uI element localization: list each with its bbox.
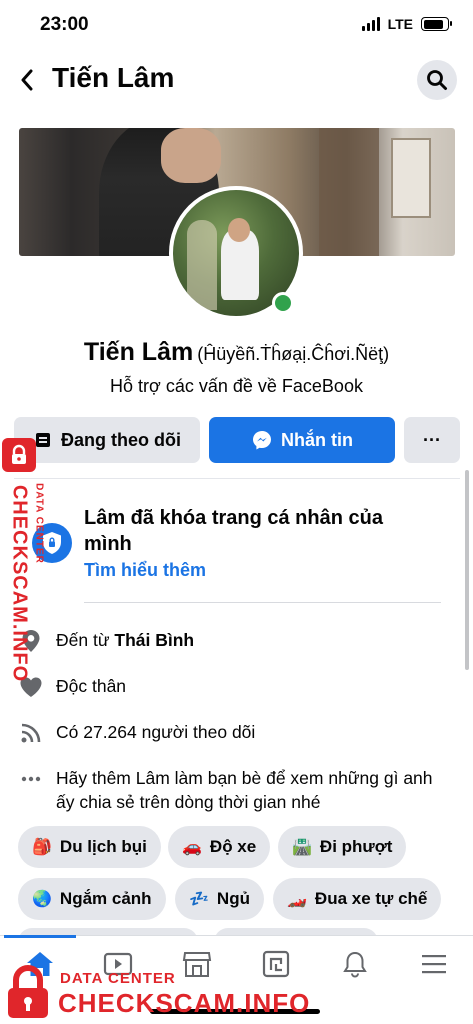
learn-more-link[interactable]: Tìm hiểu thêm <box>84 560 206 581</box>
avatar-arch-shape <box>187 220 217 310</box>
friend-prompt-item: Hãy thêm Lâm làm bạn bè để xem những gì … <box>18 766 458 814</box>
locked-profile-notice: Lâm đã khóa trang cá nhân của mình Tìm h… <box>30 505 441 595</box>
followers-text: Có 27.264 người theo dõi <box>56 722 256 742</box>
watermark-small-text: DATA CENTER <box>33 483 45 564</box>
hobby-chip[interactable]: 🚗 Độ xe <box>168 826 271 868</box>
watermark-bottom: DATA CENTER CHECKSCAM.INFO <box>0 960 309 1024</box>
watermark-small-text: DATA CENTER <box>60 970 176 987</box>
following-label: Đang theo dõi <box>61 429 181 450</box>
active-tab-indicator <box>4 935 76 938</box>
profile-name-line: Tiến Lâm (Ĥüyềñ.Ṫĥøạị.Ĉĥơi.Ñëţ) <box>0 338 473 367</box>
hometown-item: Đến từ Thái Bình <box>18 628 458 654</box>
hobby-label: Đi phượt <box>319 837 393 856</box>
message-label: Nhắn tin <box>281 429 353 450</box>
ellipsis-icon <box>18 766 44 792</box>
more-options-button[interactable]: ··· <box>404 417 460 463</box>
hobby-label: Ngắm cảnh <box>59 889 152 908</box>
globe-icon: 🌏 <box>32 891 52 908</box>
battery-icon <box>421 17 452 31</box>
car-icon: 🚗 <box>182 839 202 856</box>
hobby-chip[interactable]: 💤 Ngủ <box>175 878 264 920</box>
watermark-big-text: CHECKSCAM.INFO <box>8 484 31 683</box>
profile-bio: Hỗ trợ các vấn đề về FaceBook <box>110 376 363 396</box>
online-status-dot <box>272 292 294 314</box>
search-button[interactable] <box>417 60 457 100</box>
hobby-chip[interactable]: 🌏 Ngắm cảnh <box>18 878 166 920</box>
network-label: LTE <box>387 16 413 32</box>
hobby-chip[interactable]: 🎒 Du lịch bụi <box>18 826 161 868</box>
hobby-label: Đua xe tự chế <box>314 889 428 908</box>
signal-icon <box>361 17 380 31</box>
relationship-text: Độc thân <box>56 676 127 696</box>
avatar-head-shape <box>228 218 250 242</box>
hometown-text: Đến từ Thái Bình <box>56 628 194 652</box>
friend-prompt-text: Hãy thêm Lâm làm bạn bè để xem những gì … <box>56 768 433 812</box>
status-bar: 23:00 LTE <box>0 0 473 50</box>
race-car-icon: 🏎️ <box>287 891 307 908</box>
profile-name: Tiến Lâm <box>83 338 194 366</box>
followers-item: Có 27.264 người theo dõi <box>18 720 458 746</box>
backpack-icon: 🎒 <box>32 839 52 856</box>
watermark-lock-icon <box>4 964 52 1020</box>
tab-notifications[interactable] <box>335 944 375 984</box>
profile-actions: Đang theo dõi Nhắn tin ··· <box>14 417 460 463</box>
more-icon: ··· <box>423 429 441 450</box>
divider <box>84 602 441 603</box>
nav-bar: Tiến Lâm <box>0 55 473 107</box>
divider <box>14 478 460 479</box>
status-time: 23:00 <box>40 14 89 35</box>
locked-title: Lâm đã khóa trang cá nhân của mình <box>84 507 383 555</box>
menu-icon <box>422 955 446 974</box>
watermark-lock-icon <box>2 438 36 472</box>
chevron-left-icon[interactable] <box>14 65 40 95</box>
hometown-prefix: Đến từ <box>56 630 115 650</box>
search-icon <box>427 70 447 90</box>
hometown-value[interactable]: Thái Bình <box>114 630 194 650</box>
battery-level <box>423 19 444 29</box>
cover-window-shape <box>391 138 431 218</box>
status-indicators: LTE <box>361 16 452 32</box>
tab-menu[interactable] <box>414 944 454 984</box>
relationship-item: Độc thân <box>18 674 458 700</box>
cover-door-shape <box>319 128 379 256</box>
message-button[interactable]: Nhắn tin <box>209 417 395 463</box>
watermark-side: DATA CENTER CHECKSCAM.INFO <box>2 438 52 682</box>
watermark-big-text: CHECKSCAM.INFO <box>58 988 311 1018</box>
hobby-chip[interactable]: 🏎️ Đua xe tự chế <box>273 878 442 920</box>
hobby-label: Du lịch bụi <box>59 837 147 856</box>
hobby-label: Độ xe <box>209 837 257 856</box>
notifications-icon <box>343 951 367 978</box>
hobby-label: Ngủ <box>216 889 250 908</box>
messenger-icon <box>253 431 271 450</box>
rss-icon <box>18 720 44 746</box>
page-title: Tiến Lâm <box>52 62 175 93</box>
sleep-icon: 💤 <box>189 891 209 908</box>
hobby-chip[interactable]: 🛣️ Đi phượt <box>278 826 407 868</box>
cover-face-shape <box>161 128 221 183</box>
scrollbar[interactable] <box>465 470 469 670</box>
road-icon: 🛣️ <box>292 839 312 856</box>
profile-alternate-name: (Ĥüyềñ.Ṫĥøạị.Ĉĥơi.Ñëţ) <box>197 344 390 364</box>
